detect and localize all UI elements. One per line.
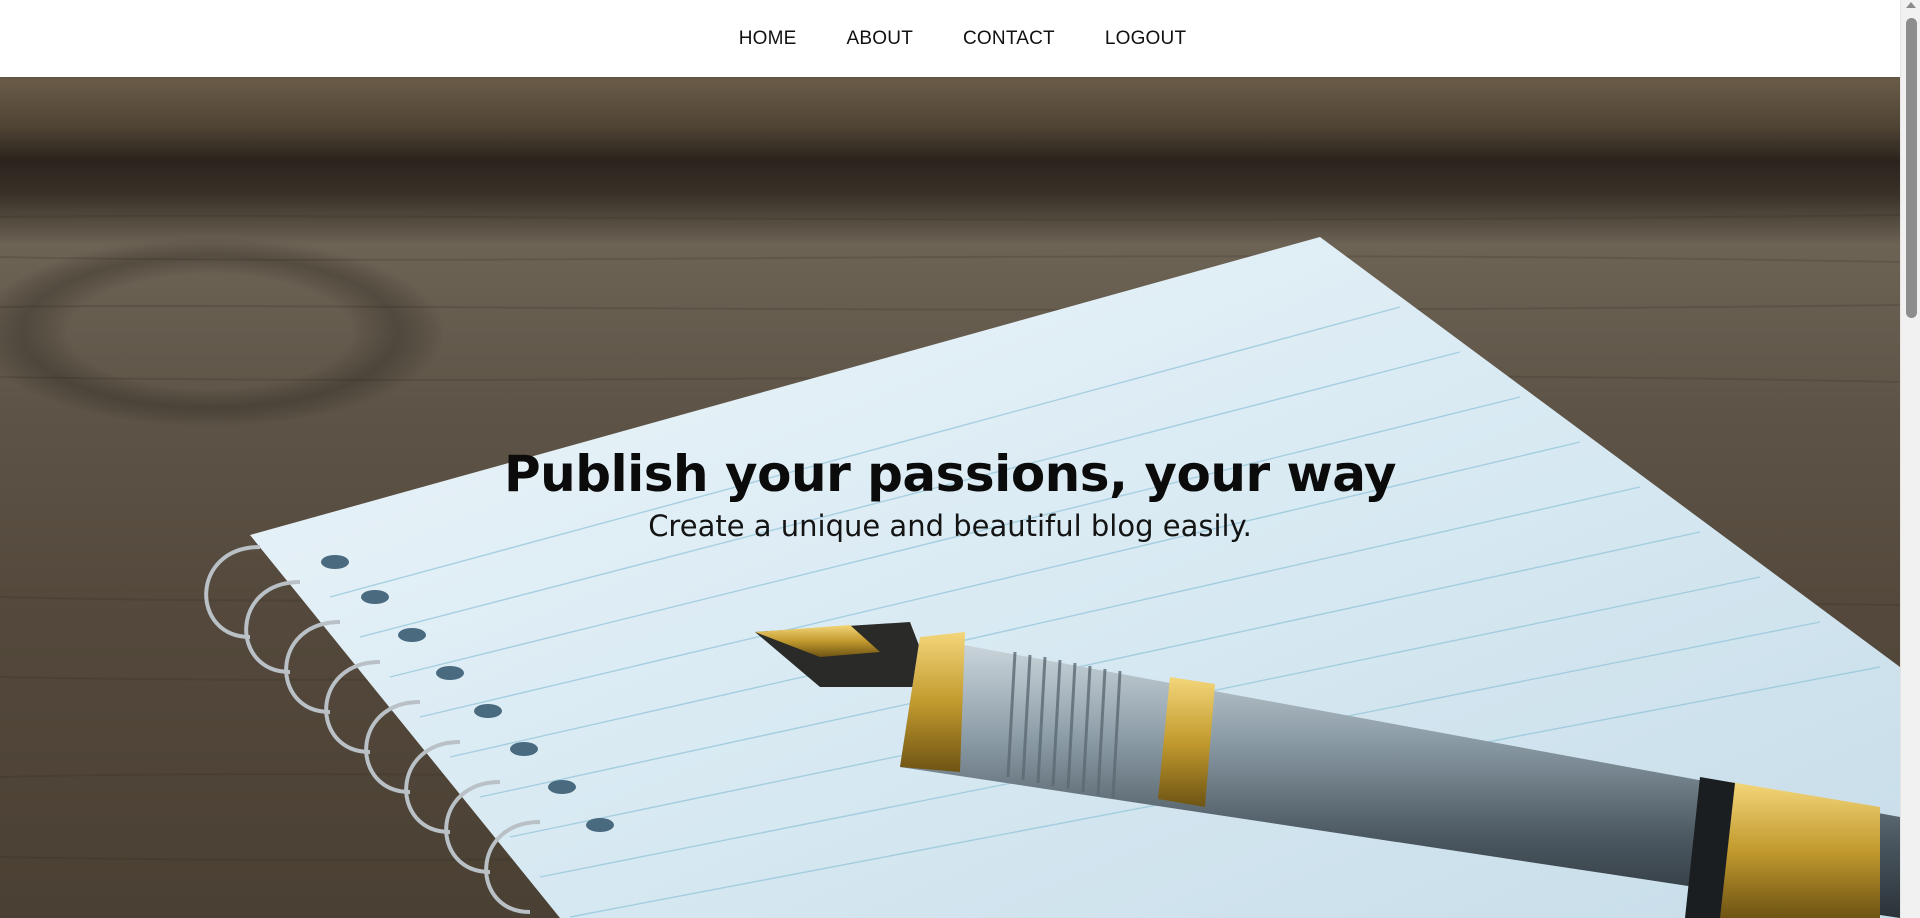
hero-title: Publish your passions, your way (503, 445, 1397, 503)
nav-item-logout: LOGOUT (1105, 28, 1186, 50)
nav-link-about[interactable]: ABOUT (847, 28, 913, 49)
nav-link-logout[interactable]: LOGOUT (1105, 28, 1186, 49)
hero-subtitle: Create a unique and beautiful blog easil… (648, 509, 1252, 543)
nav-link-home[interactable]: HOME (739, 28, 797, 49)
nav-link-contact[interactable]: CONTACT (963, 28, 1055, 49)
nav-item-contact: CONTACT (963, 28, 1055, 50)
hero-section: Publish your passions, your way Create a… (0, 77, 1900, 918)
scroll-thumb[interactable] (1906, 18, 1917, 318)
hero-text: Publish your passions, your way Create a… (0, 445, 1900, 543)
nav-item-home: HOME (739, 28, 797, 50)
vertical-scrollbar[interactable] (1900, 0, 1920, 918)
scroll-up-arrow-icon[interactable] (1906, 2, 1916, 8)
nav-menu: HOME ABOUT CONTACT LOGOUT (739, 28, 1187, 50)
nav-item-about: ABOUT (847, 28, 913, 50)
top-navbar: HOME ABOUT CONTACT LOGOUT (0, 0, 1900, 77)
page: HOME ABOUT CONTACT LOGOUT Publish your p… (0, 0, 1920, 918)
